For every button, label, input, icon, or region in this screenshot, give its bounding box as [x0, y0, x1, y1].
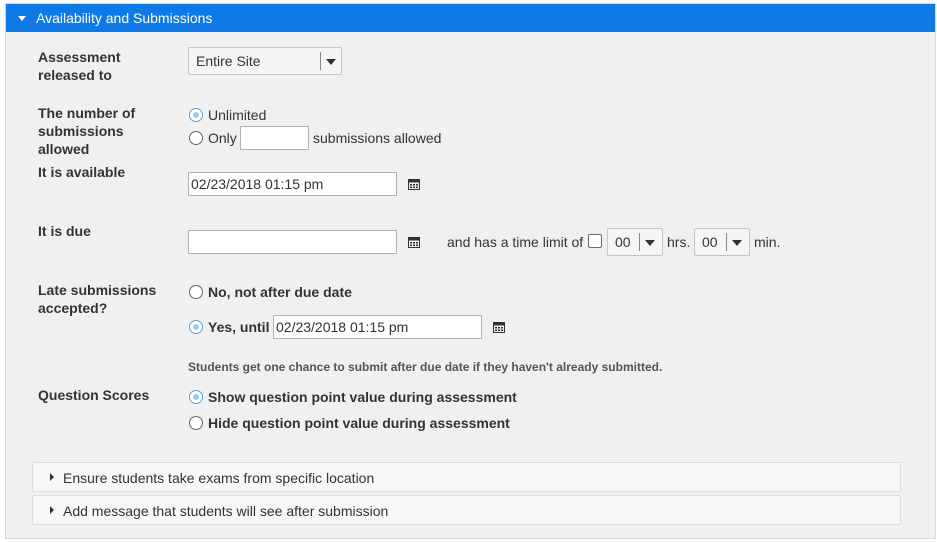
time-limit-checkbox[interactable] [588, 234, 602, 248]
calendar-icon[interactable] [408, 236, 420, 248]
message-section-title: Add message that students will see after… [63, 503, 389, 519]
hide-points-radio[interactable] [189, 416, 203, 430]
calendar-icon[interactable] [493, 321, 505, 333]
panel-title: Availability and Submissions [36, 10, 213, 26]
available-date-input[interactable]: 02/23/2018 01:15 pm [188, 172, 397, 196]
late-note: Students get one chance to submit after … [188, 360, 663, 374]
late-yes-radio[interactable] [189, 320, 203, 334]
chevron-down-icon [326, 59, 336, 65]
late-label: Late submissions accepted? [38, 282, 157, 316]
released-select[interactable]: Entire Site [188, 47, 342, 75]
minutes-label: min. [754, 234, 781, 250]
submissions-allowed-label: submissions allowed [313, 130, 442, 146]
time-limit-label: and has a time limit of [447, 234, 584, 250]
message-section[interactable]: Add message that students will see after… [32, 495, 901, 525]
chevron-down-icon [732, 240, 742, 246]
availability-panel: Availability and Submissions [5, 3, 936, 539]
available-label: It is available [38, 164, 126, 180]
released-label: Assessment released to [38, 49, 121, 83]
caret-right-icon [50, 506, 54, 514]
submissions-label: The number of submissions allowed [38, 105, 136, 157]
show-points-radio[interactable] [189, 390, 203, 404]
scores-label: Question Scores [38, 387, 150, 403]
hours-select[interactable]: 00 [607, 228, 663, 256]
only-label: Only [208, 130, 237, 146]
caret-down-icon [18, 16, 26, 21]
submissions-count-input[interactable] [240, 126, 309, 150]
late-date-input[interactable]: 02/23/2018 01:15 pm [273, 315, 482, 339]
unlimited-radio[interactable] [189, 108, 203, 122]
late-no-radio[interactable] [189, 285, 203, 299]
late-yes-label: Yes, until [208, 319, 270, 335]
location-section-title: Ensure students take exams from specific… [63, 470, 375, 486]
location-section[interactable]: Ensure students take exams from specific… [32, 462, 901, 492]
hours-label: hrs. [667, 234, 691, 250]
due-label: It is due [38, 223, 91, 239]
late-no-label: No, not after due date [208, 284, 352, 300]
panel-header[interactable]: Availability and Submissions [6, 4, 935, 32]
hide-points-label: Hide question point value during assessm… [208, 415, 510, 431]
released-select-value: Entire Site [196, 53, 261, 69]
hours-value: 00 [615, 234, 631, 250]
calendar-icon[interactable] [408, 178, 420, 190]
chevron-down-icon [645, 240, 655, 246]
show-points-label: Show question point value during assessm… [208, 389, 517, 405]
minutes-value: 00 [702, 234, 718, 250]
due-date-input[interactable] [188, 230, 397, 254]
minutes-select[interactable]: 00 [694, 228, 750, 256]
caret-right-icon [50, 473, 54, 481]
only-radio[interactable] [189, 131, 203, 145]
unlimited-label: Unlimited [208, 107, 267, 123]
